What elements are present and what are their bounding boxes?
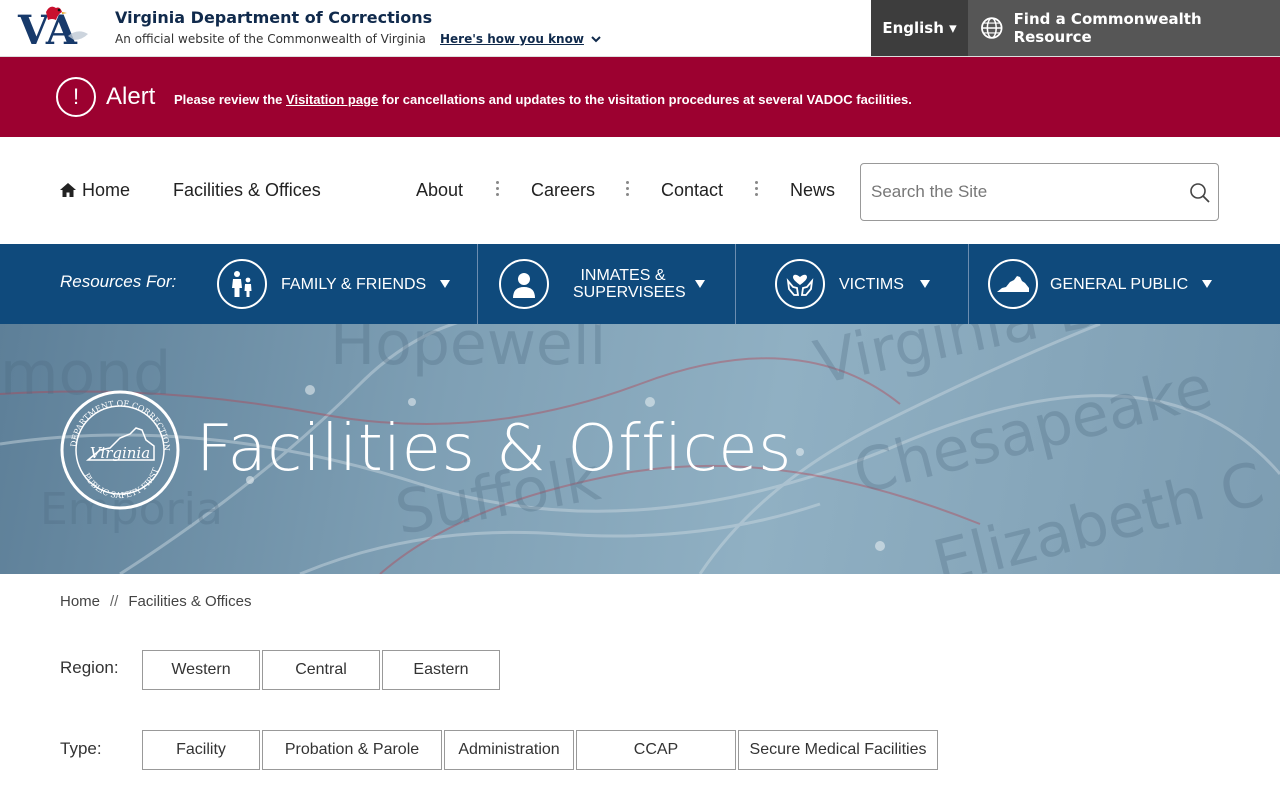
- alert-icon: !: [56, 77, 96, 117]
- careers-submenu-icon[interactable]: [626, 181, 629, 199]
- how-you-know-link[interactable]: Here's how you know: [440, 32, 584, 46]
- top-bar: VA Virginia Department of Corrections An…: [0, 0, 1280, 57]
- divider: [477, 244, 478, 324]
- type-probation-parole-button[interactable]: Probation & Parole: [262, 730, 442, 770]
- contact-submenu-icon[interactable]: [755, 181, 758, 199]
- va-logo[interactable]: VA: [16, 2, 94, 48]
- alert-text-before: Please review the: [174, 92, 287, 107]
- svg-text:PUBLIC SAFETY FIRST: PUBLIC SAFETY FIRST: [82, 466, 161, 500]
- nav-home[interactable]: Home: [60, 180, 130, 201]
- globe-icon: [981, 17, 1003, 39]
- official-website-text: An official website of the Commonwealth …: [115, 32, 426, 46]
- family-icon: [217, 259, 267, 309]
- hero-banner: mond Hopewell Virginia B Chesapeake Suff…: [0, 324, 1280, 574]
- svg-text:DEPARTMENT OF CORRECTIONS: DEPARTMENT OF CORRECTIONS: [58, 388, 171, 451]
- divider: [735, 244, 736, 324]
- nav-contact[interactable]: Contact: [661, 180, 723, 201]
- language-selector[interactable]: English ▾: [871, 0, 968, 56]
- visitation-page-link[interactable]: Visitation page: [286, 92, 378, 107]
- resources-label: Resources For:: [60, 272, 177, 291]
- divider: [968, 244, 969, 324]
- resource-general-public-label: General Public: [1050, 275, 1189, 293]
- type-secure-medical-button[interactable]: Secure Medical Facilities: [738, 730, 938, 770]
- breadcrumb-current: Facilities & Offices: [128, 593, 252, 610]
- alert-icon-glyph: !: [72, 84, 80, 109]
- nav-careers[interactable]: Careers: [531, 180, 595, 201]
- region-label: Region:: [60, 658, 119, 677]
- resource-inmates-supervisees-label: Inmates & Supervisees: [573, 267, 686, 301]
- breadcrumb-home[interactable]: Home: [60, 593, 100, 610]
- caret-down-icon: [1202, 280, 1213, 288]
- resources-bar: Resources For: Family & Friends Inmates …: [0, 244, 1280, 324]
- nav-home-label: Home: [82, 180, 131, 200]
- resource-family-friends-label: Family & Friends: [281, 275, 427, 293]
- region-central-button[interactable]: Central: [262, 650, 380, 690]
- search-box: [860, 163, 1219, 221]
- resource-victims[interactable]: Victims: [775, 244, 968, 324]
- seal-bottom-text: PUBLIC SAFETY FIRST: [82, 466, 161, 500]
- svg-text:Hopewell: Hopewell: [330, 324, 606, 379]
- site-title: Virginia Department of Corrections: [115, 8, 433, 27]
- virginia-map-icon: [988, 259, 1038, 309]
- resource-general-public[interactable]: General Public: [988, 244, 1280, 324]
- type-ccap-button[interactable]: CCAP: [576, 730, 736, 770]
- alert-text-after: for cancellations and updates to the vis…: [378, 92, 912, 107]
- find-resource-label: Find a Commonwealth Resource: [1013, 10, 1202, 46]
- alert-banner: ! Alert Please review the Visitation pag…: [0, 57, 1280, 137]
- person-icon: [499, 259, 549, 309]
- caret-down-icon: [919, 280, 930, 288]
- region-western-button[interactable]: Western: [142, 650, 260, 690]
- chevron-down-icon: [591, 36, 601, 43]
- heart-hands-icon: [775, 259, 825, 309]
- resource-family-friends[interactable]: Family & Friends: [217, 244, 477, 324]
- alert-message: Please review the Visitation page for ca…: [174, 92, 912, 107]
- type-administration-button[interactable]: Administration: [444, 730, 574, 770]
- nav-facilities-offices[interactable]: Facilities & Offices: [173, 180, 321, 201]
- find-commonwealth-resource-button[interactable]: Find a Commonwealth Resource: [968, 0, 1280, 56]
- type-label: Type:: [60, 739, 102, 758]
- resource-victims-label: Victims: [839, 275, 904, 293]
- resource-inmates-supervisees[interactable]: Inmates & Supervisees: [499, 244, 735, 324]
- breadcrumb-separator: //: [110, 593, 119, 610]
- home-icon: [60, 183, 76, 197]
- main-navigation: Home Facilities & Offices About Careers …: [0, 137, 1280, 244]
- caret-down-icon: [695, 280, 705, 288]
- seal-center-text: Virginia: [90, 444, 150, 462]
- search-input[interactable]: [871, 178, 1171, 206]
- page-title: Facilities & Offices: [196, 412, 792, 486]
- breadcrumb: Home // Facilities & Offices: [60, 593, 251, 610]
- alert-title: Alert: [106, 83, 156, 110]
- seal-top-text: DEPARTMENT OF CORRECTIONS: [58, 388, 171, 451]
- nav-about[interactable]: About: [416, 180, 463, 201]
- caret-down-icon: [440, 280, 451, 288]
- type-facility-button[interactable]: Facility: [142, 730, 260, 770]
- region-eastern-button[interactable]: Eastern: [382, 650, 500, 690]
- search-icon[interactable]: [1189, 182, 1211, 204]
- about-submenu-icon[interactable]: [496, 181, 499, 199]
- doc-seal-logo: DEPARTMENT OF CORRECTIONS PUBLIC SAFETY …: [58, 388, 180, 510]
- nav-news[interactable]: News: [790, 180, 835, 201]
